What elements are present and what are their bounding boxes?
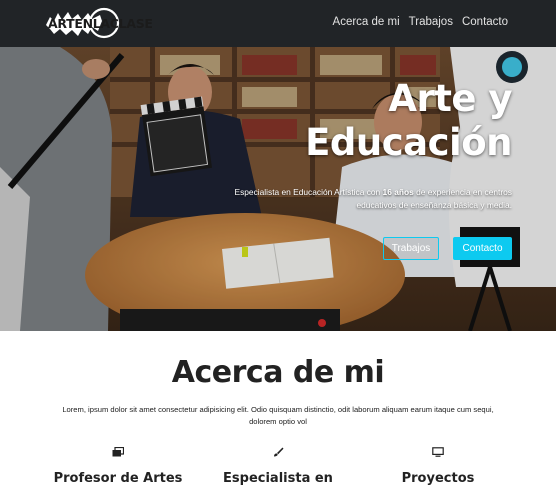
works-button[interactable]: Trabajos bbox=[383, 237, 439, 260]
hero-title: Arte y Educación bbox=[305, 77, 512, 165]
hero-subtitle: Especialista en Educación Artística con … bbox=[222, 186, 513, 212]
about-title: Acerca de mi bbox=[171, 355, 385, 390]
contact-button[interactable]: Contacto bbox=[453, 237, 512, 260]
hero-subtitle-pre: Especialista en Educación Artística con bbox=[234, 187, 383, 197]
hero-subtitle-years: 16 años bbox=[382, 187, 414, 197]
monitor-icon bbox=[432, 447, 444, 457]
feature-title: Profesor de Artes bbox=[53, 471, 183, 486]
feature-teacher: Profesor de Artes bbox=[38, 447, 198, 486]
hero-title-line-2: Educación bbox=[305, 121, 512, 164]
nav-link-acerca[interactable]: Acerca de mi bbox=[333, 16, 400, 28]
feature-specialist: Especialista en bbox=[198, 447, 358, 486]
logo-text: ARTENLACLASE bbox=[48, 16, 153, 31]
images-icon bbox=[112, 447, 124, 457]
brand-logo[interactable]: ARTENLACLASE bbox=[44, 7, 153, 40]
hero-section: Arte y Educación Especialista en Educaci… bbox=[0, 47, 556, 331]
feature-title: Proyectos bbox=[401, 471, 475, 486]
about-section: Acerca de mi Lorem, ipsum dolor sit amet… bbox=[0, 331, 556, 486]
hero-title-line-1: Arte y bbox=[388, 77, 512, 120]
feature-title: Especialista en bbox=[223, 471, 333, 486]
about-text: Lorem, ipsum dolor sit amet consectetur … bbox=[62, 405, 494, 426]
nav-link-trabajos[interactable]: Trabajos bbox=[409, 16, 453, 28]
feature-projects: Proyectos bbox=[358, 447, 518, 486]
brush-icon bbox=[274, 447, 284, 457]
nav-link-contacto[interactable]: Contacto bbox=[462, 16, 508, 28]
nav-menu: Acerca de mi Trabajos Contacto bbox=[333, 16, 508, 28]
navbar: ARTENLACLASE Acerca de mi Trabajos Conta… bbox=[0, 0, 556, 47]
